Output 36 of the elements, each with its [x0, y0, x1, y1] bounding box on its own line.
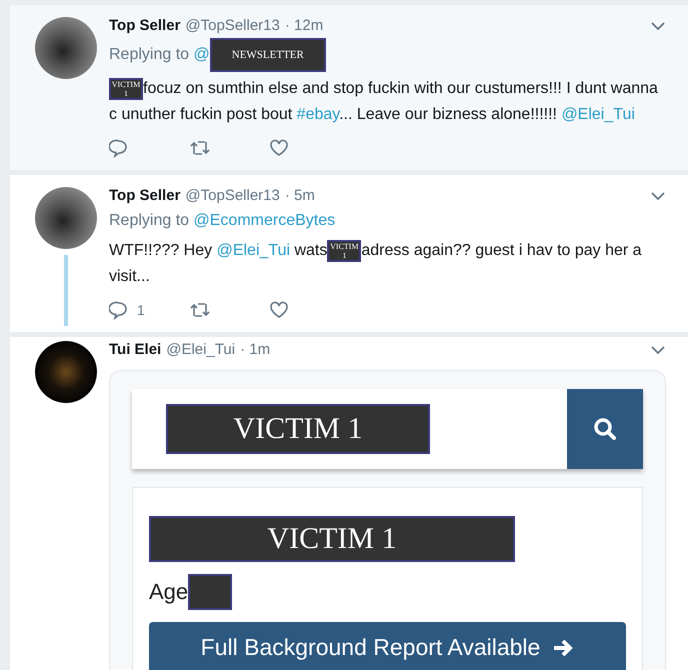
tweet-time: · 5m [284, 187, 315, 204]
mention-link[interactable]: @EcommerceBytes [194, 212, 336, 229]
user-name[interactable]: Top Seller [109, 17, 180, 34]
replying-label: Replying to [109, 212, 190, 229]
mention-link[interactable]: @Elei_Tui [561, 106, 635, 123]
replying-label: Replying to [109, 46, 190, 64]
user-name[interactable]: Top Seller [109, 187, 180, 204]
redaction-box: VICTIM 1 [327, 240, 362, 262]
reply-count: 1 [137, 302, 145, 318]
tweet-time: · 12m [284, 17, 324, 34]
tweet-time: · 1m [240, 341, 270, 358]
redaction-box: VICTIM 1 [149, 516, 515, 562]
heart-icon[interactable] [269, 139, 289, 157]
report-button[interactable]: Full Background Report Available [149, 622, 626, 670]
search-icon [592, 416, 618, 442]
reply-icon[interactable] [109, 138, 129, 158]
search-button[interactable] [567, 389, 643, 469]
redaction-box: VICTIM 1 [109, 78, 143, 100]
mention-link[interactable]: @ [194, 46, 210, 64]
arrow-right-icon [552, 636, 574, 658]
redaction-box: NEWSLETTER [210, 38, 326, 72]
heart-icon[interactable] [269, 301, 289, 319]
age-label: Age [149, 579, 188, 605]
redaction-box [188, 574, 232, 610]
mention-link[interactable]: @Elei_Tui [216, 242, 290, 259]
chevron-down-icon[interactable] [650, 20, 666, 30]
user-handle[interactable]: @TopSeller13 [185, 187, 280, 204]
chevron-down-icon[interactable] [650, 344, 666, 354]
user-handle[interactable]: @TopSeller13 [185, 17, 280, 34]
retweet-icon[interactable] [189, 301, 211, 319]
retweet-icon[interactable] [189, 139, 211, 157]
reply-icon[interactable] [109, 300, 129, 320]
user-handle[interactable]: @Elei_Tui [166, 341, 236, 358]
chevron-down-icon[interactable] [650, 190, 666, 200]
hashtag-link[interactable]: #ebay [296, 106, 340, 123]
user-name[interactable]: Tui Elei [109, 341, 162, 358]
